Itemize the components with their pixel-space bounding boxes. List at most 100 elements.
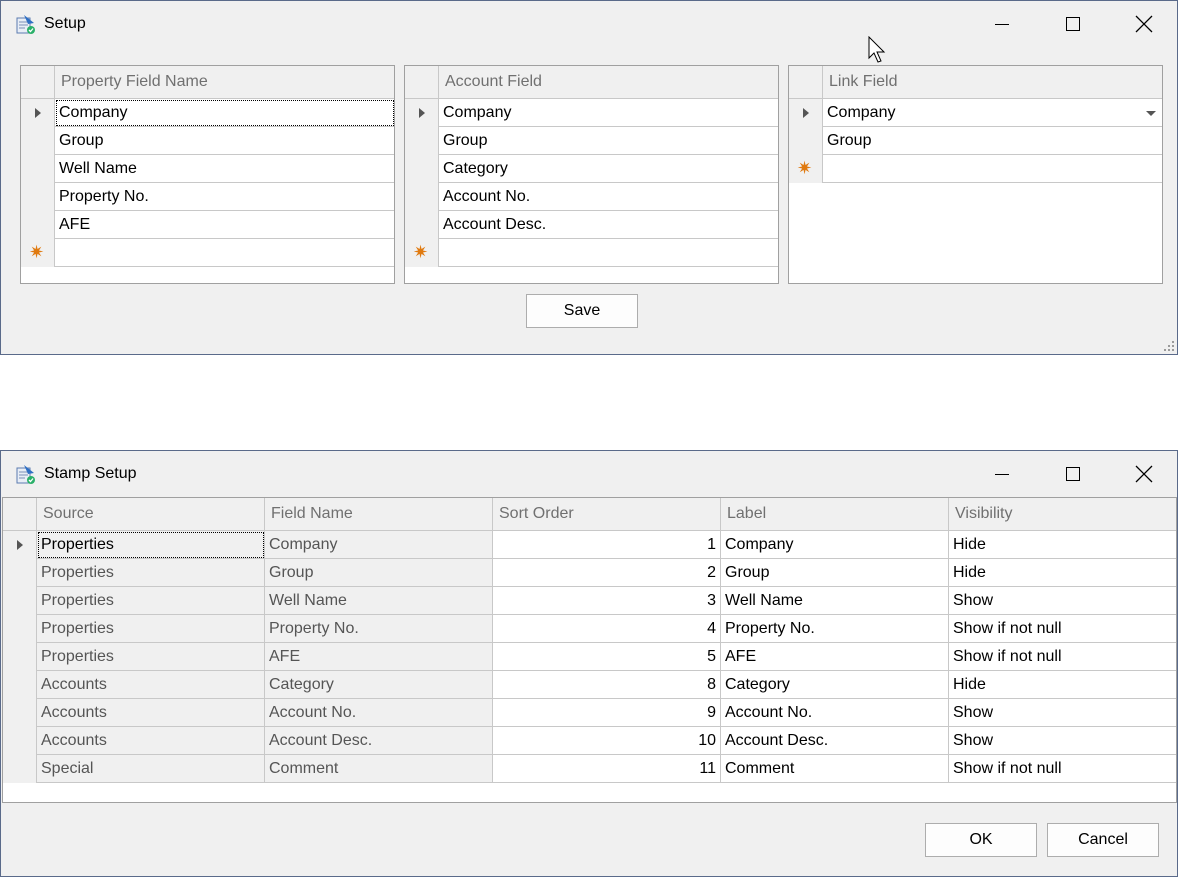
dropdown-arrow-icon[interactable] [1146,111,1156,116]
cell-label[interactable]: Company [721,531,949,559]
cell-source[interactable]: Accounts [37,699,265,727]
cell-label[interactable]: Comment [721,755,949,783]
stamp-setup-titlebar[interactable]: Stamp Setup [1,451,1177,497]
cell-field-name[interactable]: Company [265,531,493,559]
row-header[interactable] [3,615,37,643]
column-header-field-name[interactable]: Field Name [265,498,493,531]
row-header[interactable] [405,183,439,211]
cell-source[interactable]: Properties [37,587,265,615]
grid-cell[interactable]: Account Desc. [439,211,778,239]
row-header[interactable] [21,127,55,155]
cell-source[interactable]: Properties [37,615,265,643]
cell-sort-order[interactable]: 3 [493,587,721,615]
row-header[interactable] [3,559,37,587]
cell-visibility[interactable]: Show if not null [949,755,1176,783]
row-header[interactable] [789,99,823,127]
new-row-cell[interactable] [823,155,1162,183]
cell-field-name[interactable]: Property No. [265,615,493,643]
row-header[interactable] [405,99,439,127]
cell-label[interactable]: Category [721,671,949,699]
row-header-new[interactable]: ✷ [789,155,823,183]
cell-source[interactable]: Accounts [37,727,265,755]
cell-sort-order[interactable]: 2 [493,559,721,587]
grid-cell[interactable]: Group [55,127,394,155]
cell-sort-order[interactable]: 11 [493,755,721,783]
grid-cell[interactable]: Group [823,127,1162,155]
column-header-property-field-name[interactable]: Property Field Name [55,66,394,99]
cell-field-name[interactable]: Comment [265,755,493,783]
row-header[interactable] [21,183,55,211]
cell-sort-order[interactable]: 9 [493,699,721,727]
cell-label[interactable]: AFE [721,643,949,671]
column-header-source[interactable]: Source [37,498,265,531]
row-header-new[interactable]: ✷ [21,239,55,267]
cell-source[interactable]: Properties [37,643,265,671]
cell-sort-order[interactable]: 8 [493,671,721,699]
cell-visibility[interactable]: Show [949,587,1176,615]
grid-cell[interactable]: Property No. [55,183,394,211]
row-header[interactable] [3,727,37,755]
row-header[interactable] [3,531,37,559]
cell-field-name[interactable]: Well Name [265,587,493,615]
cell-label[interactable]: Account No. [721,699,949,727]
cell-sort-order[interactable]: 5 [493,643,721,671]
cell-field-name[interactable]: Account Desc. [265,727,493,755]
row-header[interactable] [3,587,37,615]
cell-visibility[interactable]: Hide [949,559,1176,587]
cell-sort-order[interactable]: 10 [493,727,721,755]
new-row-cell[interactable] [439,239,778,267]
cancel-button[interactable]: Cancel [1047,823,1159,857]
cell-visibility[interactable]: Show if not null [949,615,1176,643]
stamp-grid[interactable]: Source Field Name Sort Order Label Visib… [2,497,1177,803]
cell-field-name[interactable]: AFE [265,643,493,671]
cell-visibility[interactable]: Hide [949,671,1176,699]
close-button[interactable] [1121,457,1167,491]
row-header[interactable] [789,127,823,155]
row-header[interactable] [405,155,439,183]
ok-button[interactable]: OK [925,823,1037,857]
row-header[interactable] [405,211,439,239]
cell-label[interactable]: Well Name [721,587,949,615]
grid-cell[interactable]: AFE [55,211,394,239]
cell-label[interactable]: Property No. [721,615,949,643]
cell-field-name[interactable]: Account No. [265,699,493,727]
cell-field-name[interactable]: Group [265,559,493,587]
cell-visibility[interactable]: Show [949,699,1176,727]
column-header-sort-order[interactable]: Sort Order [493,498,721,531]
cell-source[interactable]: Properties [37,559,265,587]
cell-source[interactable]: Accounts [37,671,265,699]
cell-visibility[interactable]: Show if not null [949,643,1176,671]
cell-sort-order[interactable]: 4 [493,615,721,643]
grid-cell[interactable]: Group [439,127,778,155]
row-header[interactable] [21,99,55,127]
row-header[interactable] [21,155,55,183]
column-header-visibility[interactable]: Visibility [949,498,1176,531]
link-field-combo[interactable]: Company [823,99,1162,127]
cell-visibility[interactable]: Show [949,727,1176,755]
cell-visibility[interactable]: Hide [949,531,1176,559]
row-header[interactable] [3,699,37,727]
column-header-label[interactable]: Label [721,498,949,531]
row-header[interactable] [21,211,55,239]
grid-cell[interactable]: Category [439,155,778,183]
cell-label[interactable]: Account Desc. [721,727,949,755]
close-button[interactable] [1121,7,1167,41]
grid-cell[interactable]: Account No. [439,183,778,211]
resize-grip-icon[interactable] [1163,340,1175,352]
account-field-grid[interactable]: Account Field Company Group Category Acc… [404,65,779,284]
grid-cell[interactable]: Company [55,99,394,127]
cell-source[interactable]: Properties [37,531,265,559]
cell-label[interactable]: Group [721,559,949,587]
save-button[interactable]: Save [526,294,638,328]
link-field-grid[interactable]: Link Field Company Group ✷ [788,65,1163,284]
maximize-button[interactable] [1050,7,1096,41]
cell-sort-order[interactable]: 1 [493,531,721,559]
row-header-new[interactable]: ✷ [405,239,439,267]
row-header[interactable] [3,643,37,671]
grid-cell[interactable]: Well Name [55,155,394,183]
setup-titlebar[interactable]: Setup [1,1,1177,47]
row-header[interactable] [3,671,37,699]
property-field-grid[interactable]: Property Field Name Company Group Well N… [20,65,395,284]
maximize-button[interactable] [1050,457,1096,491]
cell-field-name[interactable]: Category [265,671,493,699]
